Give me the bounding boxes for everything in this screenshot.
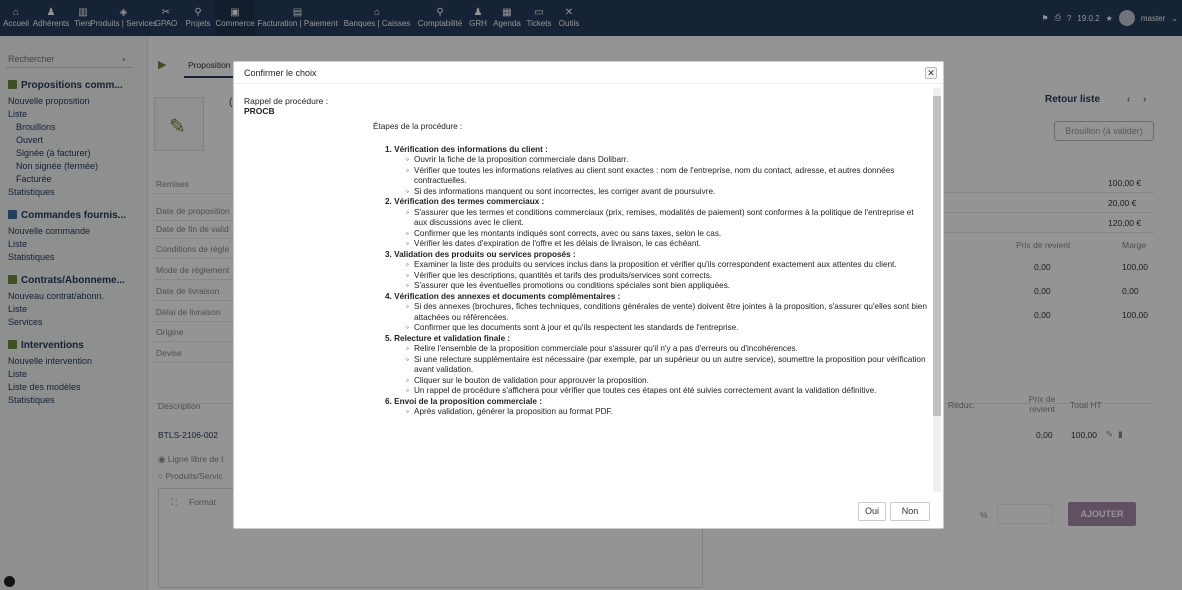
confirm-dialog: Confirmer le choix ✕ Rappel de procédure… bbox=[233, 61, 944, 529]
step-title: 3. Validation des produits ou services p… bbox=[385, 249, 576, 259]
step-title: 5. Relecture et validation finale : bbox=[385, 333, 511, 343]
procedure-step: 5. Relecture et validation finale :Relir… bbox=[373, 334, 928, 397]
step-bullet: Si une relecture supplémentaire est néce… bbox=[406, 355, 928, 376]
step-bullets: Après validation, générer la proposition… bbox=[406, 407, 928, 418]
no-button[interactable]: Non bbox=[890, 502, 930, 521]
dialog-title: Confirmer le choix bbox=[244, 68, 317, 78]
step-bullet: Après validation, générer la proposition… bbox=[406, 407, 928, 418]
procedure-reminder-label: Rappel de procédure : bbox=[244, 96, 329, 106]
dialog-scrollbar[interactable] bbox=[933, 88, 941, 492]
step-bullet: Vérifier que toutes les informations rel… bbox=[406, 166, 928, 187]
step-bullet: Cliquer sur le bouton de validation pour… bbox=[406, 376, 928, 387]
step-bullet: Examiner la liste des produits ou servic… bbox=[406, 260, 928, 271]
scrollbar-thumb[interactable] bbox=[933, 96, 941, 416]
step-list: 1. Vérification des informations du clie… bbox=[373, 145, 928, 418]
procedure-step: 1. Vérification des informations du clie… bbox=[373, 145, 928, 198]
step-bullets: Ouvrir la fiche de la proposition commer… bbox=[406, 155, 928, 197]
procedure-steps: Étapes de la procédure : 1. Vérification… bbox=[373, 122, 928, 418]
step-bullet: Si des informations manquent ou sont inc… bbox=[406, 187, 928, 198]
step-bullet: Relire l'ensemble de la proposition comm… bbox=[406, 344, 928, 355]
step-bullet: Si des annexes (brochures, fiches techni… bbox=[406, 302, 928, 323]
yes-button[interactable]: Oui bbox=[858, 502, 886, 521]
step-bullets: Si des annexes (brochures, fiches techni… bbox=[406, 302, 928, 334]
procedure-code: PROCB bbox=[244, 106, 275, 116]
step-bullet: S'assurer que les éventuelles promotions… bbox=[406, 281, 928, 292]
procedure-step: 4. Vérification des annexes et documents… bbox=[373, 292, 928, 334]
step-bullet: Confirmer que les montants indiqués sont… bbox=[406, 229, 928, 240]
procedure-step: 6. Envoi de la proposition commerciale :… bbox=[373, 397, 928, 418]
close-icon[interactable]: ✕ bbox=[925, 67, 937, 79]
step-bullets: Relire l'ensemble de la proposition comm… bbox=[406, 344, 928, 397]
step-title: 4. Vérification des annexes et documents… bbox=[385, 291, 621, 301]
step-bullet: Confirmer que les documents sont à jour … bbox=[406, 323, 928, 334]
step-title: 6. Envoi de la proposition commerciale : bbox=[385, 396, 542, 406]
dialog-body: Rappel de procédure : PROCB Étapes de la… bbox=[244, 92, 930, 492]
step-bullet: Un rappel de procédure s'affichera pour … bbox=[406, 386, 928, 397]
steps-intro: Étapes de la procédure : bbox=[373, 122, 463, 131]
step-bullets: Examiner la liste des produits ou servic… bbox=[406, 260, 928, 292]
step-bullet: Vérifier que les descriptions, quantités… bbox=[406, 271, 928, 282]
step-bullet: S'assurer que les termes et conditions c… bbox=[406, 208, 928, 229]
step-bullets: S'assurer que les termes et conditions c… bbox=[406, 208, 928, 250]
step-title: 2. Vérification des termes commerciaux : bbox=[385, 197, 545, 206]
step-title: 1. Vérification des informations du clie… bbox=[385, 144, 548, 154]
step-bullet: Ouvrir la fiche de la proposition commer… bbox=[406, 155, 928, 166]
step-bullet: Vérifier les dates d'expiration de l'off… bbox=[406, 239, 928, 250]
procedure-step: 3. Validation des produits ou services p… bbox=[373, 250, 928, 292]
procedure-step: 2. Vérification des termes commerciaux :… bbox=[373, 197, 928, 250]
dialog-header: Confirmer le choix ✕ bbox=[234, 62, 943, 84]
